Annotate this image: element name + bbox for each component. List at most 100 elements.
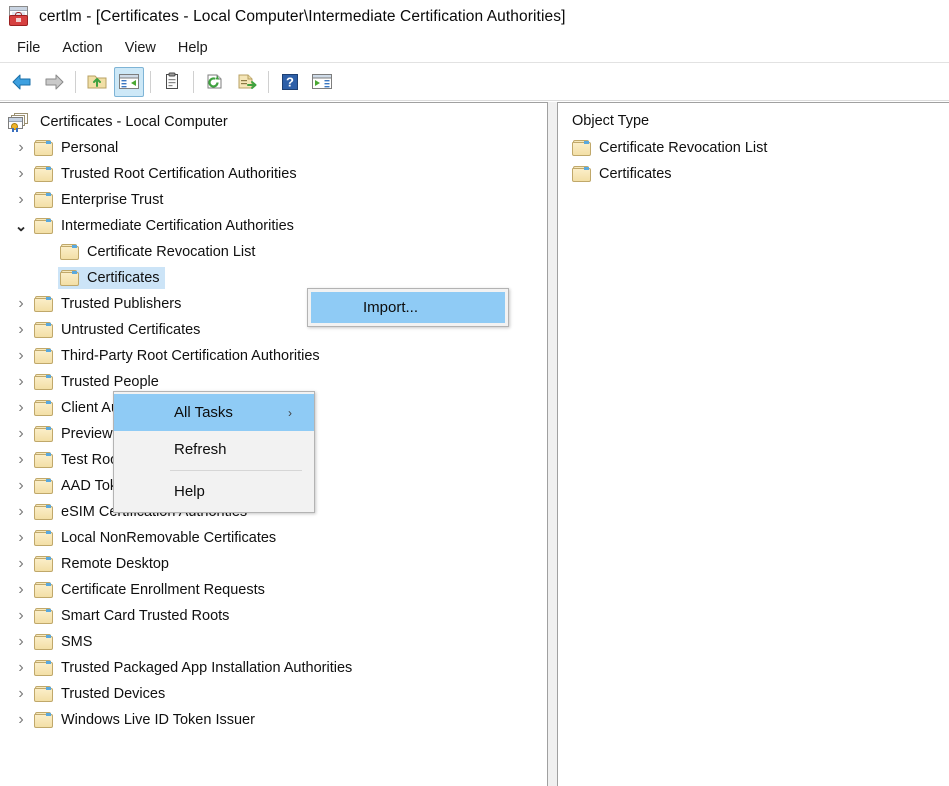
tree-item-trusted-root-certification-authorities[interactable]: › Trusted Root Certification Authorities xyxy=(0,161,547,187)
chevron-right-icon[interactable]: › xyxy=(10,296,32,312)
list-item[interactable]: Certificates xyxy=(558,161,949,187)
show-action-pane-icon[interactable] xyxy=(307,67,337,97)
menu-view[interactable]: View xyxy=(114,37,167,59)
tree-item-label: Trusted Packaged App Installation Author… xyxy=(61,659,353,676)
tree-root-label: Certificates - Local Computer xyxy=(40,113,228,130)
context-menu: All Tasks › Refresh Help xyxy=(113,391,315,513)
menu-action[interactable]: Action xyxy=(51,37,113,59)
context-submenu-all-tasks: Import... xyxy=(307,288,509,327)
tree-item-content: Windows Live ID Token Issuer xyxy=(32,709,260,731)
chevron-right-icon[interactable]: › xyxy=(10,530,32,546)
folder-icon xyxy=(34,296,53,312)
tree-item-enterprise-trust[interactable]: › Enterprise Trust xyxy=(0,187,547,213)
object-type-list: Certificate Revocation List Certificates xyxy=(558,135,949,187)
chevron-right-icon[interactable]: › xyxy=(10,504,32,520)
tree-item-content: Trusted Root Certification Authorities xyxy=(32,163,302,185)
tree-item-intermediate-certification-authorities[interactable]: ⌄ Intermediate Certification Authorities xyxy=(0,213,547,239)
tree-item-certificate-enrollment-requests[interactable]: › Certificate Enrollment Requests xyxy=(0,577,547,603)
chevron-right-icon[interactable]: › xyxy=(10,452,32,468)
folder-icon xyxy=(34,634,53,650)
list-item-label: Certificates xyxy=(599,166,672,182)
context-menu-item-all-tasks[interactable]: All Tasks › xyxy=(114,394,314,431)
pane-splitter[interactable] xyxy=(548,102,557,786)
tree-item-windows-live-id-token-issuer[interactable]: › Windows Live ID Token Issuer xyxy=(0,707,547,733)
tree-item-content: Certificates xyxy=(58,266,165,290)
chevron-right-icon[interactable]: › xyxy=(10,322,32,338)
export-list-icon[interactable] xyxy=(232,67,262,97)
chevron-right-icon[interactable]: › xyxy=(10,426,32,442)
chevron-right-icon[interactable]: › xyxy=(10,348,32,364)
folder-icon xyxy=(34,660,53,676)
chevron-right-icon[interactable]: › xyxy=(10,686,32,702)
tree-item-content: Remote Desktop xyxy=(32,553,174,575)
properties-clipboard-icon[interactable] xyxy=(157,67,187,97)
tree-item-label: Intermediate Certification Authorities xyxy=(61,217,294,234)
title-bar: certlm - [Certificates - Local Computer\… xyxy=(0,0,949,33)
tree-item-certificate-revocation-list[interactable]: Certificate Revocation List xyxy=(0,239,547,265)
chevron-right-icon[interactable]: › xyxy=(10,556,32,572)
tree-item-third-party-root-certification-authorities[interactable]: › Third-Party Root Certification Authorit… xyxy=(0,343,547,369)
tree-item-content: SMS xyxy=(32,631,97,653)
chevron-right-icon[interactable]: › xyxy=(10,192,32,208)
chevron-right-icon[interactable]: › xyxy=(10,634,32,650)
list-item-label: Certificate Revocation List xyxy=(599,140,768,156)
chevron-right-icon[interactable]: › xyxy=(10,166,32,182)
tree-item-local-nonremovable-certificates[interactable]: › Local NonRemovable Certificates xyxy=(0,525,547,551)
refresh-icon[interactable] xyxy=(200,67,230,97)
folder-icon xyxy=(34,556,53,572)
folder-icon xyxy=(34,348,53,364)
folder-icon xyxy=(34,140,53,156)
chevron-right-icon[interactable]: › xyxy=(10,140,32,156)
tree-item-trusted-packaged-app-installation-authorities[interactable]: › Trusted Packaged App Installation Autho… xyxy=(0,655,547,681)
menu-help[interactable]: Help xyxy=(167,37,219,59)
folder-icon xyxy=(572,140,591,156)
tree-item-content: Personal xyxy=(32,137,123,159)
tree-item-label: Certificates xyxy=(87,269,160,286)
tree-item-personal[interactable]: › Personal xyxy=(0,135,547,161)
tree-item-content: Intermediate Certification Authorities xyxy=(32,215,299,237)
folder-icon xyxy=(34,608,53,624)
tree-root-node[interactable]: Certificates - Local Computer xyxy=(0,109,547,135)
chevron-right-icon[interactable]: › xyxy=(10,608,32,624)
toolbar-separator xyxy=(268,70,269,93)
back-arrow-icon[interactable] xyxy=(7,67,37,97)
folder-icon xyxy=(34,192,53,208)
chevron-down-icon[interactable]: ⌄ xyxy=(10,219,32,234)
folder-icon xyxy=(34,374,53,390)
tree-item-label: Certificate Enrollment Requests xyxy=(61,581,265,598)
tree-item-sms[interactable]: › SMS xyxy=(0,629,547,655)
tree-item-smart-card-trusted-roots[interactable]: › Smart Card Trusted Roots xyxy=(0,603,547,629)
menu-file[interactable]: File xyxy=(6,37,51,59)
folder-icon xyxy=(34,478,53,494)
context-menu-item-refresh[interactable]: Refresh xyxy=(114,431,314,468)
main-content: Certificates - Local Computer › Personal ›… xyxy=(0,102,949,786)
chevron-right-icon[interactable]: › xyxy=(10,712,32,728)
column-header-object-type[interactable]: Object Type xyxy=(558,109,949,135)
tree-item-label: Third-Party Root Certification Authoriti… xyxy=(61,347,320,364)
certificates-console-root-icon xyxy=(8,112,30,132)
context-menu-item-help[interactable]: Help xyxy=(114,473,314,510)
up-folder-icon[interactable] xyxy=(82,67,112,97)
show-hide-console-tree-icon[interactable] xyxy=(114,66,144,97)
chevron-right-icon: › xyxy=(288,405,292,420)
tree-item-remote-desktop[interactable]: › Remote Desktop xyxy=(0,551,547,577)
tree-item-content: Trusted Packaged App Installation Author… xyxy=(32,657,357,679)
mmc-console-icon xyxy=(8,5,30,28)
chevron-right-icon[interactable]: › xyxy=(10,478,32,494)
tree-item-content: Third-Party Root Certification Authoriti… xyxy=(32,345,325,367)
folder-icon xyxy=(34,426,53,442)
tree-item-label: Remote Desktop xyxy=(61,555,169,572)
help-icon[interactable]: ? xyxy=(275,67,305,97)
chevron-right-icon[interactable]: › xyxy=(10,374,32,390)
forward-arrow-icon[interactable] xyxy=(39,67,69,97)
result-list-pane: Object Type Certificate Revocation List C… xyxy=(557,102,949,786)
context-menu-item-label: All Tasks xyxy=(174,404,233,421)
context-menu-item-import[interactable]: Import... xyxy=(311,292,505,323)
folder-icon xyxy=(34,686,53,702)
chevron-right-icon[interactable]: › xyxy=(10,582,32,598)
tree-item-trusted-devices[interactable]: › Trusted Devices xyxy=(0,681,547,707)
tree-item-label: Trusted Root Certification Authorities xyxy=(61,165,297,182)
chevron-right-icon[interactable]: › xyxy=(10,400,32,416)
list-item[interactable]: Certificate Revocation List xyxy=(558,135,949,161)
chevron-right-icon[interactable]: › xyxy=(10,660,32,676)
